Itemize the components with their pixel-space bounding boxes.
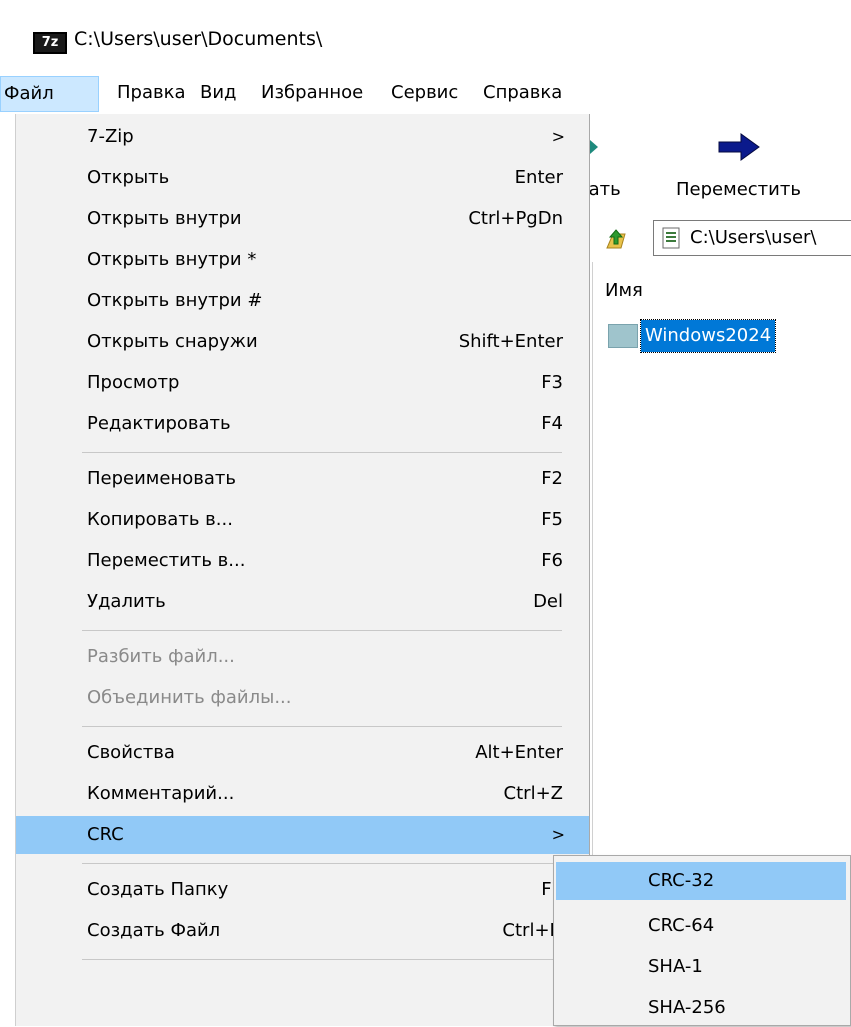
column-header-name[interactable]: Имя xyxy=(605,280,643,301)
menu-item-open[interactable]: Открыть Enter xyxy=(16,159,589,197)
move-button-label[interactable]: Переместить xyxy=(676,179,801,200)
menu-item-combine-files: Объединить файлы... xyxy=(87,687,292,708)
menu-item-create-file[interactable]: Создать Файл Ctrl+N xyxy=(16,912,589,950)
menu-edit[interactable]: Правка xyxy=(117,76,186,112)
7zip-app-icon: 7z xyxy=(33,32,67,54)
menu-item-delete[interactable]: Удалить Del xyxy=(16,583,589,621)
document-icon xyxy=(662,227,680,249)
menu-view[interactable]: Вид xyxy=(200,76,237,112)
menu-item-split-file: Разбить файл... xyxy=(87,646,235,667)
address-bar[interactable]: C:\Users\user\ xyxy=(653,220,851,256)
menu-file[interactable]: Файл xyxy=(0,76,99,112)
menu-item-edit[interactable]: Редактировать F4 xyxy=(16,405,589,443)
window-title: C:\Users\user\Documents\ xyxy=(74,28,323,50)
menu-item-rename[interactable]: Переименовать F2 xyxy=(16,460,589,498)
list-item-name: Windows2024 xyxy=(639,319,777,353)
menu-tools[interactable]: Сервис xyxy=(391,76,458,112)
menu-separator xyxy=(82,452,562,453)
menu-item-view[interactable]: Просмотр F3 xyxy=(16,364,589,402)
menu-item-open-outside[interactable]: Открыть снаружи Shift+Enter xyxy=(16,323,589,361)
submenu-item-crc64[interactable]: CRC-64 xyxy=(556,907,846,945)
menu-item-open-inside-star[interactable]: Открыть внутри * xyxy=(16,241,589,279)
menu-item-create-folder[interactable]: Создать Папку F7 xyxy=(16,871,589,909)
chevron-right-icon: > xyxy=(551,127,565,146)
title-bar: 7z C:\Users\user\Documents\ xyxy=(0,0,851,74)
menu-item-comment[interactable]: Комментарий... Ctrl+Z xyxy=(16,775,589,813)
menu-item-copy-to[interactable]: Копировать в... F5 xyxy=(16,501,589,539)
menu-bar: Файл Правка Вид Избранное Сервис Справка xyxy=(0,76,851,112)
chevron-right-icon: > xyxy=(551,825,565,844)
menu-item-move-to[interactable]: Переместить в... F6 xyxy=(16,542,589,580)
menu-help[interactable]: Справка xyxy=(483,76,562,112)
crc-submenu: CRC-32 CRC-64 SHA-1 SHA-256 xyxy=(553,855,851,1026)
address-path: C:\Users\user\ xyxy=(690,227,817,248)
divider xyxy=(592,262,593,862)
move-arrow-icon[interactable] xyxy=(717,132,761,162)
submenu-item-crc32[interactable]: CRC-32 xyxy=(556,862,846,900)
menu-favorites[interactable]: Избранное xyxy=(261,76,363,112)
menu-separator xyxy=(82,630,562,631)
file-menu-dropdown: 7-Zip > Открыть Enter Открыть внутри Ctr… xyxy=(15,114,590,1026)
menu-item-properties[interactable]: Свойства Alt+Enter xyxy=(16,734,589,772)
menu-item-open-inside-hash[interactable]: Открыть внутри # xyxy=(16,282,589,320)
submenu-item-sha1[interactable]: SHA-1 xyxy=(556,948,846,986)
folder-icon xyxy=(608,324,638,348)
menu-separator xyxy=(82,959,562,960)
folder-up-icon[interactable] xyxy=(603,226,629,252)
menu-separator xyxy=(82,726,562,727)
menu-item-7zip[interactable]: 7-Zip > xyxy=(16,118,589,156)
menu-separator xyxy=(82,863,562,864)
submenu-item-sha256[interactable]: SHA-256 xyxy=(556,989,846,1027)
menu-item-open-inside[interactable]: Открыть внутри Ctrl+PgDn xyxy=(16,200,589,238)
menu-item-crc[interactable]: CRC > xyxy=(16,816,589,854)
